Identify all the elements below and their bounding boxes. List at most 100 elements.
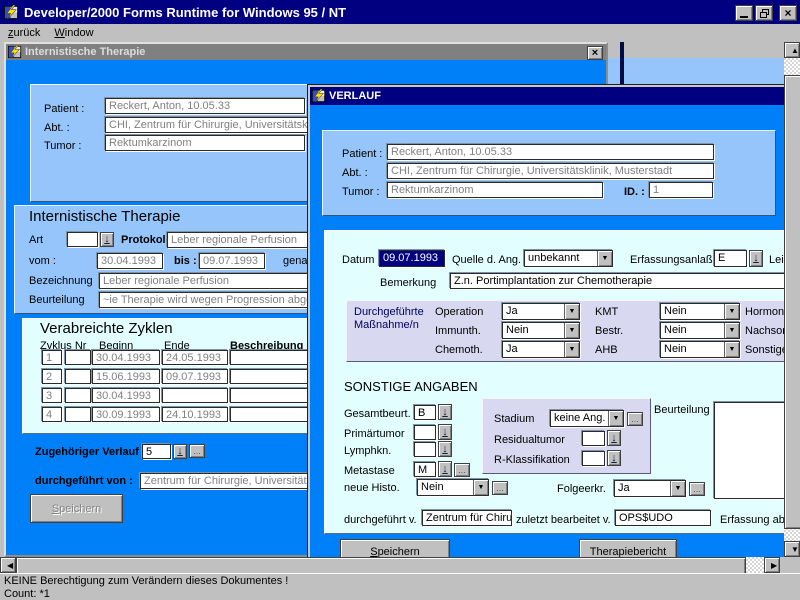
dropdown-arrow-icon[interactable]: ▼ xyxy=(608,411,623,426)
dropdown-arrow-icon[interactable]: ▼ xyxy=(564,304,579,319)
speichern-button[interactable]: Speichern xyxy=(30,494,123,523)
neue-histo-more-button[interactable]: ... xyxy=(492,481,508,495)
zyklus-nr-field[interactable]: 2 xyxy=(42,369,62,384)
durchgefuehrt-v-field[interactable]: Zentrum für Chiru xyxy=(422,510,512,526)
id-field[interactable]: 1 xyxy=(649,182,713,198)
dropdown-arrow-icon[interactable]: ▼ xyxy=(564,323,579,338)
bemerkung-field[interactable]: Z.n. Portimplantation zur Chemotherapie xyxy=(450,273,784,289)
beurteilung-textarea[interactable] xyxy=(714,402,784,499)
stadium-combobox[interactable]: keine Ang. ▼ xyxy=(550,410,624,427)
lymphkn-field[interactable] xyxy=(414,442,436,457)
primaertumor-lov-button[interactable]: ↓ xyxy=(438,424,452,440)
menu-item-window[interactable]: Window xyxy=(54,27,93,39)
zyklus-beginn-field[interactable]: 30.04.1993 xyxy=(92,388,160,403)
bis-field[interactable]: 09.07.1993 xyxy=(199,253,265,269)
dropdown-arrow-icon[interactable]: ▼ xyxy=(724,304,739,319)
zyklus-beginn-field[interactable]: 30.04.1993 xyxy=(92,350,160,365)
restore-button[interactable] xyxy=(755,5,773,21)
therapie-close-button[interactable]: × xyxy=(587,46,603,60)
abt-field[interactable]: CHI, Zentrum für Chirurgie, Universitäts… xyxy=(387,163,714,179)
verlauf-speichern-button[interactable]: Speichern xyxy=(340,539,450,557)
r-klassifikation-lov-button[interactable]: ↓ xyxy=(607,450,621,466)
lymphkn-lov-button[interactable]: ↓ xyxy=(438,441,452,457)
tumor-label: Tumor : xyxy=(44,140,82,152)
zuletzt-bearbeitet-field[interactable]: OPS$UDO xyxy=(615,510,711,526)
immunth-combobox[interactable]: Nein ▼ xyxy=(502,322,580,339)
folgeerkr-combobox[interactable]: Ja ▼ xyxy=(614,480,686,497)
immunth-value: Nein xyxy=(503,323,564,338)
horizontal-scrollbar[interactable]: ◀ ▶ xyxy=(0,557,784,573)
form-icon xyxy=(312,89,326,103)
dropdown-arrow-icon[interactable]: ▼ xyxy=(724,342,739,357)
ahb-combobox[interactable]: Nein ▼ xyxy=(660,341,740,358)
scroll-right-button[interactable]: ▶ xyxy=(764,557,780,573)
vom-field[interactable]: 30.04.1993 xyxy=(97,253,163,269)
dropdown-arrow-icon[interactable]: ▼ xyxy=(473,480,488,495)
therapie-window-titlebar[interactable]: Internistische Therapie × xyxy=(6,44,606,60)
erfassungsanlass-field[interactable]: E xyxy=(714,250,747,267)
vscroll-thumb[interactable] xyxy=(784,75,800,529)
zyklus-nr-field[interactable]: 1 xyxy=(42,350,62,365)
lov-down-arrow-icon: ↓ xyxy=(442,406,448,418)
zyklus-ende-field[interactable]: 09.07.1993 xyxy=(162,369,228,384)
close-button[interactable]: × xyxy=(779,5,797,21)
minimize-button[interactable] xyxy=(735,5,753,21)
r-klassifikation-field[interactable] xyxy=(582,451,605,466)
gesamtbeurt-lov-button[interactable]: ↓ xyxy=(438,404,452,420)
zyklus-ende-field[interactable]: 24.05.1993 xyxy=(162,350,228,365)
verlauf-ref-more-button[interactable]: ... xyxy=(189,444,205,458)
residualtumor-field[interactable] xyxy=(582,431,605,446)
quelle-combobox[interactable]: unbekannt ▼ xyxy=(524,250,613,267)
id-label: ID. : xyxy=(624,186,645,198)
menu-item-zurueck[interactable]: zurück xyxy=(8,27,40,39)
lov-down-arrow-icon: ↓ xyxy=(442,443,448,455)
zyklus-nr-field[interactable]: 3 xyxy=(42,388,62,403)
lov-down-arrow-icon: ↓ xyxy=(611,452,617,464)
kmt-combobox[interactable]: Nein ▼ xyxy=(660,303,740,320)
zyklus-nr-field[interactable]: 4 xyxy=(42,407,62,422)
verlauf-ref-field[interactable]: 5 xyxy=(142,444,171,459)
zyklus-beginn-field[interactable]: 15.06.1993 xyxy=(92,369,160,384)
dropdown-arrow-icon[interactable]: ▼ xyxy=(564,342,579,357)
patient-field[interactable]: Reckert, Anton, 10.05.33 xyxy=(105,98,305,114)
zyklus-extra-field[interactable] xyxy=(65,350,91,365)
tumor-field[interactable]: Rektumkarzinom xyxy=(105,135,305,151)
datum-field[interactable]: 09.07.1993 xyxy=(379,250,445,267)
erfassungsanlass-lov-button[interactable]: ↓ xyxy=(749,250,763,267)
dropdown-arrow-icon[interactable]: ▼ xyxy=(724,323,739,338)
chemoth-combobox[interactable]: Ja ▼ xyxy=(502,341,580,358)
metastase-field[interactable]: M xyxy=(414,462,436,477)
verlauf-ref-lov-button[interactable]: ↓ xyxy=(173,444,187,459)
zyklus-extra-field[interactable] xyxy=(65,369,91,384)
dropdown-arrow-icon[interactable]: ▼ xyxy=(670,481,685,496)
art-field[interactable] xyxy=(67,232,98,247)
zyklus-beginn-field[interactable]: 30.09.1993 xyxy=(92,407,160,422)
lymphkn-label: Lymphkn. xyxy=(344,445,391,457)
erfassungsanlass-label: Erfassungsanlaß xyxy=(630,254,713,266)
stadium-more-button[interactable]: ... xyxy=(627,412,643,426)
patient-field[interactable]: Reckert, Anton, 10.05.33 xyxy=(387,144,714,160)
metastase-more-button[interactable]: ... xyxy=(454,463,470,477)
therapiebericht-button[interactable]: Therapiebericht xyxy=(579,539,677,557)
dropdown-arrow-icon[interactable]: ▼ xyxy=(597,251,612,266)
neue-histo-combobox[interactable]: Nein ▼ xyxy=(417,479,489,496)
folgeerkr-more-button[interactable]: ... xyxy=(689,482,705,496)
verlauf-window-titlebar[interactable]: VERLAUF xyxy=(310,87,784,105)
zyklus-ende-field[interactable]: 24.10.1993 xyxy=(162,407,228,422)
primaertumor-field[interactable] xyxy=(414,425,436,440)
zyklus-ende-field[interactable] xyxy=(162,388,228,403)
residualtumor-lov-button[interactable]: ↓ xyxy=(607,430,621,446)
tumor-field[interactable]: Rektumkarzinom xyxy=(387,182,603,198)
zyklus-extra-field[interactable] xyxy=(65,407,91,422)
scroll-down-button[interactable]: ▼ xyxy=(784,541,800,557)
scroll-left-button[interactable]: ◀ xyxy=(0,557,16,573)
gesamtbeurt-field[interactable]: B xyxy=(414,405,436,420)
operation-combobox[interactable]: Ja ▼ xyxy=(502,303,580,320)
zyklus-extra-field[interactable] xyxy=(65,388,91,403)
scroll-up-button[interactable]: ▲ xyxy=(784,42,800,58)
lov-down-arrow-icon: ↓ xyxy=(442,463,448,475)
bestr-combobox[interactable]: Nein ▼ xyxy=(660,322,740,339)
vertical-scrollbar[interactable]: ▲ ▼ xyxy=(784,42,800,557)
art-lov-button[interactable]: ↓ xyxy=(100,232,114,247)
metastase-lov-button[interactable]: ↓ xyxy=(438,461,452,477)
